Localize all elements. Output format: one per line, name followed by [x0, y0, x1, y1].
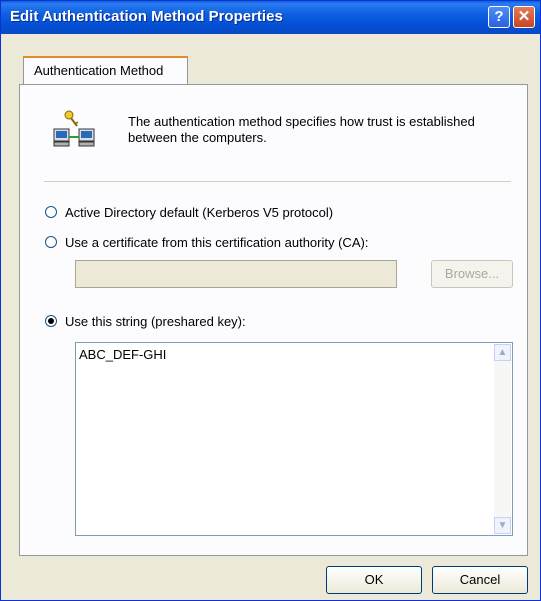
- ad-default-option[interactable]: Active Directory default (Kerberos V5 pr…: [45, 204, 333, 220]
- preshared-option[interactable]: Use this string (preshared key):: [45, 313, 246, 329]
- description-text: The authentication method specifies how …: [128, 114, 475, 145]
- preshared-radio[interactable]: [45, 315, 57, 327]
- close-button[interactable]: ✕: [513, 6, 535, 28]
- network-computers-key-icon: [53, 110, 95, 147]
- ok-button[interactable]: OK: [326, 566, 422, 594]
- preshared-label: Use this string (preshared key):: [65, 313, 246, 329]
- ad-default-label: Active Directory default (Kerberos V5 pr…: [65, 204, 334, 220]
- ca-field[interactable]: [75, 260, 397, 288]
- scroll-down-icon[interactable]: ▼: [494, 517, 511, 534]
- scroll-up-icon[interactable]: ▲: [494, 344, 511, 361]
- browse-button[interactable]: Browse...: [431, 260, 513, 288]
- tab-label: Authentication Method: [34, 63, 164, 78]
- preshared-key-textarea[interactable]: ABC_DEF-GHI ▲ ▼: [75, 342, 513, 536]
- title-bar[interactable]: Edit Authentication Method Properties ? …: [1, 1, 540, 34]
- separator: [44, 181, 511, 182]
- certificate-option[interactable]: Use a certificate from this certificatio…: [45, 234, 368, 250]
- window-title: Edit Authentication Method Properties: [10, 8, 283, 25]
- tab-authentication-method[interactable]: Authentication Method: [23, 56, 188, 85]
- cancel-button[interactable]: Cancel: [432, 566, 528, 594]
- vertical-scrollbar[interactable]: ▲ ▼: [494, 344, 511, 534]
- dialog-window: Edit Authentication Method Properties ? …: [0, 0, 541, 601]
- preshared-key-value: ABC_DEF-GHI: [79, 347, 167, 362]
- help-button[interactable]: ?: [488, 6, 510, 28]
- certificate-radio[interactable]: [45, 236, 57, 248]
- certificate-label: Use a certificate from this certificatio…: [65, 234, 369, 250]
- ad-default-radio[interactable]: [45, 206, 57, 218]
